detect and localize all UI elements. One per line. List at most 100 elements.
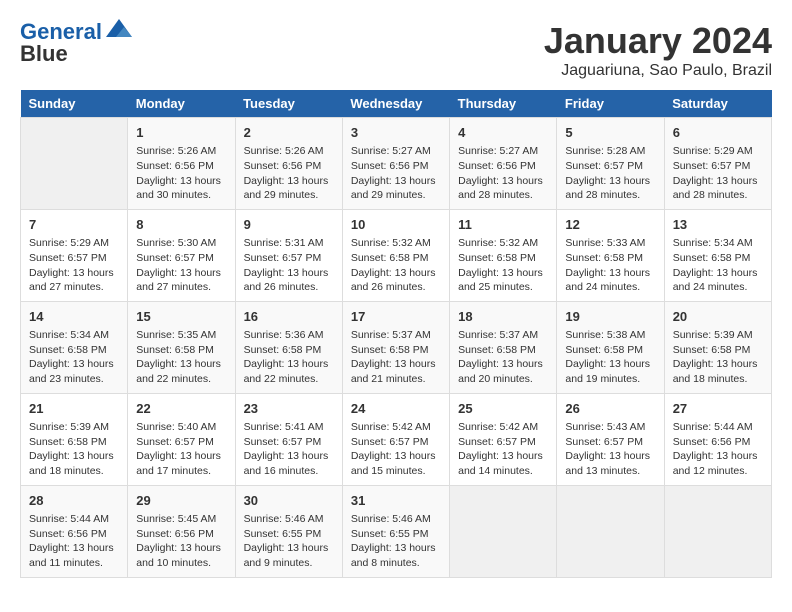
calendar-cell: 9 Sunrise: 5:31 AMSunset: 6:57 PMDaylight… <box>235 209 342 301</box>
calendar-cell: 6 Sunrise: 5:29 AMSunset: 6:57 PMDaylight… <box>664 118 771 210</box>
day-info: Sunrise: 5:29 AMSunset: 6:57 PMDaylight:… <box>673 144 763 203</box>
day-number: 23 <box>244 400 334 418</box>
day-info: Sunrise: 5:44 AMSunset: 6:56 PMDaylight:… <box>29 512 119 571</box>
day-info: Sunrise: 5:43 AMSunset: 6:57 PMDaylight:… <box>565 420 655 479</box>
day-number: 9 <box>244 216 334 234</box>
day-number: 10 <box>351 216 441 234</box>
calendar-table: SundayMondayTuesdayWednesdayThursdayFrid… <box>20 90 772 578</box>
page-header: General Blue January 2024 Jaguariuna, Sa… <box>20 20 772 80</box>
day-number: 15 <box>136 308 226 326</box>
calendar-cell <box>664 485 771 577</box>
day-info: Sunrise: 5:32 AMSunset: 6:58 PMDaylight:… <box>351 236 441 295</box>
calendar-cell: 12 Sunrise: 5:33 AMSunset: 6:58 PMDayligh… <box>557 209 664 301</box>
calendar-cell: 28 Sunrise: 5:44 AMSunset: 6:56 PMDayligh… <box>21 485 128 577</box>
day-info: Sunrise: 5:29 AMSunset: 6:57 PMDaylight:… <box>29 236 119 295</box>
calendar-cell: 17 Sunrise: 5:37 AMSunset: 6:58 PMDayligh… <box>342 301 449 393</box>
day-info: Sunrise: 5:31 AMSunset: 6:57 PMDaylight:… <box>244 236 334 295</box>
day-info: Sunrise: 5:46 AMSunset: 6:55 PMDaylight:… <box>244 512 334 571</box>
calendar-cell: 21 Sunrise: 5:39 AMSunset: 6:58 PMDayligh… <box>21 393 128 485</box>
day-info: Sunrise: 5:42 AMSunset: 6:57 PMDaylight:… <box>351 420 441 479</box>
header-day-tuesday: Tuesday <box>235 90 342 118</box>
day-info: Sunrise: 5:38 AMSunset: 6:58 PMDaylight:… <box>565 328 655 387</box>
day-number: 14 <box>29 308 119 326</box>
day-number: 6 <box>673 124 763 142</box>
day-info: Sunrise: 5:34 AMSunset: 6:58 PMDaylight:… <box>673 236 763 295</box>
calendar-cell: 23 Sunrise: 5:41 AMSunset: 6:57 PMDayligh… <box>235 393 342 485</box>
calendar-cell: 8 Sunrise: 5:30 AMSunset: 6:57 PMDaylight… <box>128 209 235 301</box>
calendar-cell: 14Sunrise: 5:34 AMSunset: 6:58 PMDayligh… <box>21 301 128 393</box>
day-info: Sunrise: 5:30 AMSunset: 6:57 PMDaylight:… <box>136 236 226 295</box>
day-number: 29 <box>136 492 226 510</box>
header-day-monday: Monday <box>128 90 235 118</box>
calendar-cell: 13Sunrise: 5:34 AMSunset: 6:58 PMDayligh… <box>664 209 771 301</box>
calendar-header-row: SundayMondayTuesdayWednesdayThursdayFrid… <box>21 90 772 118</box>
calendar-cell: 29 Sunrise: 5:45 AMSunset: 6:56 PMDayligh… <box>128 485 235 577</box>
day-number: 2 <box>244 124 334 142</box>
day-info: Sunrise: 5:27 AMSunset: 6:56 PMDaylight:… <box>351 144 441 203</box>
day-number: 18 <box>458 308 548 326</box>
day-number: 5 <box>565 124 655 142</box>
day-info: Sunrise: 5:39 AMSunset: 6:58 PMDaylight:… <box>673 328 763 387</box>
subtitle: Jaguariuna, Sao Paulo, Brazil <box>544 62 772 80</box>
header-day-wednesday: Wednesday <box>342 90 449 118</box>
day-info: Sunrise: 5:42 AMSunset: 6:57 PMDaylight:… <box>458 420 548 479</box>
day-number: 17 <box>351 308 441 326</box>
calendar-cell: 1 Sunrise: 5:26 AMSunset: 6:56 PMDaylight… <box>128 118 235 210</box>
day-info: Sunrise: 5:45 AMSunset: 6:56 PMDaylight:… <box>136 512 226 571</box>
day-number: 16 <box>244 308 334 326</box>
calendar-cell <box>450 485 557 577</box>
day-number: 22 <box>136 400 226 418</box>
day-number: 31 <box>351 492 441 510</box>
calendar-week-row: 7 Sunrise: 5:29 AMSunset: 6:57 PMDaylight… <box>21 209 772 301</box>
calendar-cell: 16 Sunrise: 5:36 AMSunset: 6:58 PMDayligh… <box>235 301 342 393</box>
day-number: 12 <box>565 216 655 234</box>
day-number: 24 <box>351 400 441 418</box>
calendar-cell <box>21 118 128 210</box>
day-info: Sunrise: 5:40 AMSunset: 6:57 PMDaylight:… <box>136 420 226 479</box>
header-day-friday: Friday <box>557 90 664 118</box>
calendar-cell: 3 Sunrise: 5:27 AMSunset: 6:56 PMDaylight… <box>342 118 449 210</box>
day-number: 28 <box>29 492 119 510</box>
calendar-cell: 10 Sunrise: 5:32 AMSunset: 6:58 PMDayligh… <box>342 209 449 301</box>
day-info: Sunrise: 5:37 AMSunset: 6:58 PMDaylight:… <box>458 328 548 387</box>
day-number: 1 <box>136 124 226 142</box>
day-info: Sunrise: 5:26 AMSunset: 6:56 PMDaylight:… <box>136 144 226 203</box>
day-info: Sunrise: 5:41 AMSunset: 6:57 PMDaylight:… <box>244 420 334 479</box>
title-section: January 2024 Jaguariuna, Sao Paulo, Braz… <box>544 20 772 80</box>
header-day-saturday: Saturday <box>664 90 771 118</box>
day-number: 21 <box>29 400 119 418</box>
calendar-cell: 5 Sunrise: 5:28 AMSunset: 6:57 PMDaylight… <box>557 118 664 210</box>
day-info: Sunrise: 5:39 AMSunset: 6:58 PMDaylight:… <box>29 420 119 479</box>
day-info: Sunrise: 5:37 AMSunset: 6:58 PMDaylight:… <box>351 328 441 387</box>
logo-icon <box>104 17 134 45</box>
calendar-cell: 25Sunrise: 5:42 AMSunset: 6:57 PMDayligh… <box>450 393 557 485</box>
day-number: 27 <box>673 400 763 418</box>
calendar-week-row: 21 Sunrise: 5:39 AMSunset: 6:58 PMDayligh… <box>21 393 772 485</box>
calendar-cell: 19Sunrise: 5:38 AMSunset: 6:58 PMDayligh… <box>557 301 664 393</box>
day-info: Sunrise: 5:44 AMSunset: 6:56 PMDaylight:… <box>673 420 763 479</box>
day-number: 8 <box>136 216 226 234</box>
calendar-week-row: 14Sunrise: 5:34 AMSunset: 6:58 PMDayligh… <box>21 301 772 393</box>
calendar-cell: 18 Sunrise: 5:37 AMSunset: 6:58 PMDayligh… <box>450 301 557 393</box>
day-info: Sunrise: 5:28 AMSunset: 6:57 PMDaylight:… <box>565 144 655 203</box>
header-day-sunday: Sunday <box>21 90 128 118</box>
calendar-cell: 2Sunrise: 5:26 AMSunset: 6:56 PMDaylight… <box>235 118 342 210</box>
main-title: January 2024 <box>544 20 772 62</box>
calendar-cell <box>557 485 664 577</box>
day-info: Sunrise: 5:36 AMSunset: 6:58 PMDaylight:… <box>244 328 334 387</box>
day-number: 26 <box>565 400 655 418</box>
calendar-cell: 22 Sunrise: 5:40 AMSunset: 6:57 PMDayligh… <box>128 393 235 485</box>
day-number: 3 <box>351 124 441 142</box>
calendar-cell: 20Sunrise: 5:39 AMSunset: 6:58 PMDayligh… <box>664 301 771 393</box>
calendar-week-row: 28 Sunrise: 5:44 AMSunset: 6:56 PMDayligh… <box>21 485 772 577</box>
calendar-cell: 7 Sunrise: 5:29 AMSunset: 6:57 PMDaylight… <box>21 209 128 301</box>
day-number: 30 <box>244 492 334 510</box>
day-info: Sunrise: 5:46 AMSunset: 6:55 PMDaylight:… <box>351 512 441 571</box>
calendar-cell: 31 Sunrise: 5:46 AMSunset: 6:55 PMDayligh… <box>342 485 449 577</box>
logo: General Blue <box>20 20 134 67</box>
calendar-cell: 4Sunrise: 5:27 AMSunset: 6:56 PMDaylight… <box>450 118 557 210</box>
day-number: 7 <box>29 216 119 234</box>
calendar-cell: 27 Sunrise: 5:44 AMSunset: 6:56 PMDayligh… <box>664 393 771 485</box>
day-info: Sunrise: 5:33 AMSunset: 6:58 PMDaylight:… <box>565 236 655 295</box>
calendar-cell: 15Sunrise: 5:35 AMSunset: 6:58 PMDayligh… <box>128 301 235 393</box>
